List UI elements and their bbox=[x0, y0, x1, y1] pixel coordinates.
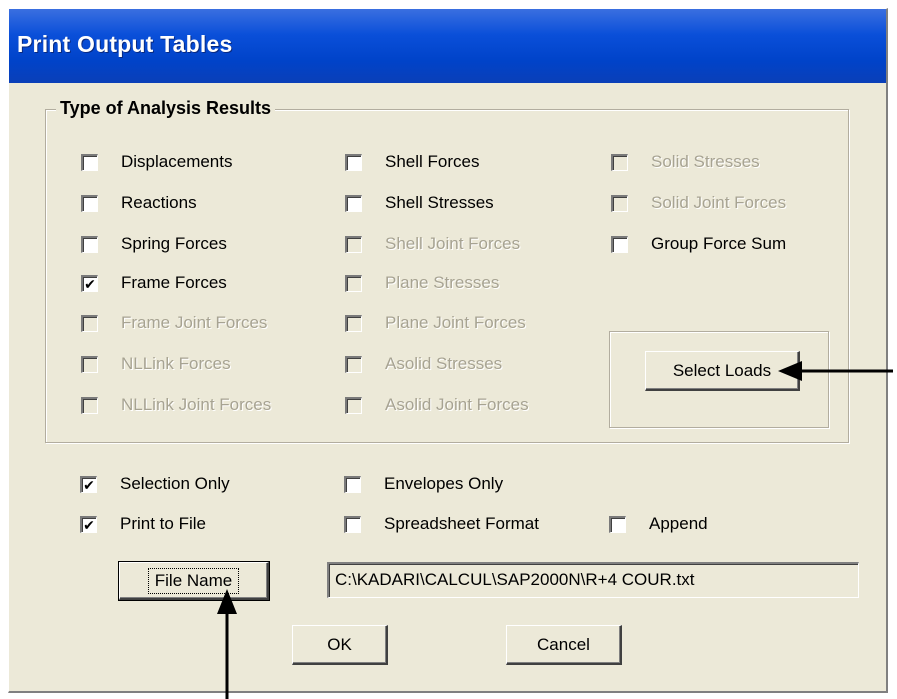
arrow-to-select-loads bbox=[778, 361, 893, 381]
annotation-arrows bbox=[217, 361, 893, 699]
arrow-to-file-name bbox=[217, 589, 237, 699]
